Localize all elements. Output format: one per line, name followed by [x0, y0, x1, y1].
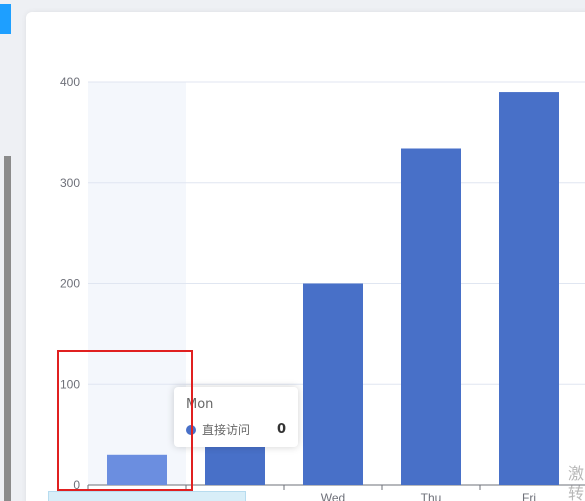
x-tick-label: Thu [421, 491, 442, 501]
edge-text: 激 转 [568, 464, 585, 501]
highlight-annotation-box [57, 350, 193, 491]
bar [401, 148, 461, 485]
tooltip-row: 直接访问 0 [186, 421, 286, 438]
tooltip-value: 0 [276, 422, 286, 437]
bar [499, 92, 559, 485]
y-tick-label: 300 [60, 176, 80, 190]
y-tick-label: 200 [60, 277, 80, 291]
tooltip-title: Mon [186, 397, 214, 412]
x-tick-label: Fri [522, 491, 536, 501]
y-tick-label: 400 [60, 75, 80, 89]
bottom-panel-edge [48, 491, 246, 501]
chart-screen: 0 100 200 300 400 Wed Thu Fri Mon 直接访问 0 激 转 [0, 0, 585, 501]
bar [303, 283, 363, 485]
tooltip-series-name: 直接访问 [202, 423, 251, 437]
x-tick-label: Wed [321, 491, 345, 501]
